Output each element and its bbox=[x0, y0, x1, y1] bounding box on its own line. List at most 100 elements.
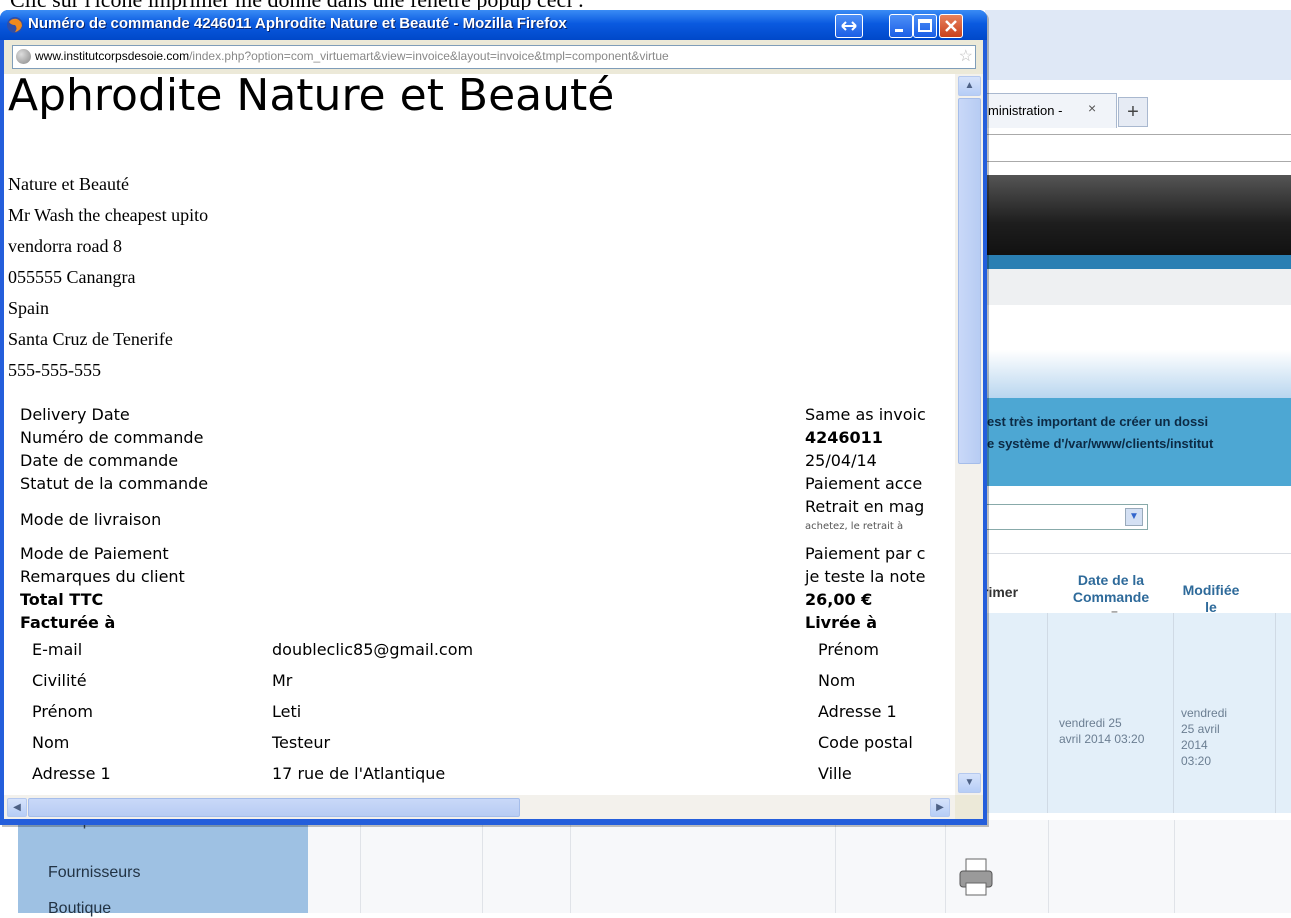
customer-remarks-label: Remarques du client bbox=[20, 567, 185, 586]
column-print[interactable]: rimer bbox=[983, 584, 1018, 601]
scroll-right-icon[interactable]: ▶ bbox=[930, 798, 950, 817]
bg-tab-label: ministration - bbox=[988, 103, 1063, 118]
chevron-down-icon[interactable]: ▼ bbox=[1125, 508, 1143, 526]
column-modified[interactable]: Modifiée le bbox=[1181, 582, 1241, 616]
column-divider bbox=[1275, 613, 1276, 813]
firefox-icon bbox=[7, 17, 23, 33]
billing-field-label: Adresse 1 bbox=[32, 764, 111, 783]
shipped-to-heading: Livrée à bbox=[805, 613, 878, 632]
address-bar[interactable]: www.institutcorpsdesoie.com/index.php?op… bbox=[12, 45, 976, 69]
order-status-label: Statut de la commande bbox=[20, 474, 209, 493]
row-order-date: vendredi 25 avril 2014 03:20 bbox=[1059, 716, 1145, 746]
billing-field-label: Civilité bbox=[32, 671, 87, 690]
billed-to-heading: Facturée à bbox=[20, 613, 116, 632]
window-titlebar[interactable]: Numéro de commande 4246011 Aphrodite Nat… bbox=[0, 10, 987, 40]
billing-field-label: E-mail bbox=[32, 640, 83, 659]
column-divider bbox=[360, 820, 361, 913]
bg-header-stripe bbox=[985, 255, 1291, 269]
column-divider bbox=[1174, 820, 1175, 913]
shipping-method-label: Mode de livraison bbox=[20, 510, 162, 529]
close-icon[interactable]: × bbox=[1088, 100, 1096, 116]
payment-method-value: Paiement par c bbox=[805, 544, 926, 563]
bg-sidebar: Chèques-beauté Fournisseurs Boutique bbox=[18, 812, 308, 917]
billing-field-value: Testeur bbox=[272, 733, 331, 752]
bg-browser-tab[interactable]: ministration - × bbox=[985, 93, 1117, 128]
address-line: vendorra road 8 bbox=[8, 236, 122, 256]
row-modified-date: vendredi 25 avril 2014 03:20 bbox=[1181, 706, 1228, 768]
order-number-value: 4246011 bbox=[805, 428, 883, 447]
bg-filter-select[interactable]: ▼ bbox=[986, 504, 1148, 530]
billing-field-value: Leti bbox=[272, 702, 302, 721]
vertical-scrollbar[interactable]: ▲ ▼ bbox=[955, 74, 983, 795]
store-name: Aphrodite Nature et Beauté bbox=[8, 74, 615, 121]
column-order-date[interactable]: Date de la Commande bbox=[1061, 572, 1161, 606]
url-path: /index.php?option=com_virtuemart&view=in… bbox=[189, 49, 669, 63]
order-number-label: Numéro de commande bbox=[20, 428, 204, 447]
order-date-value: 25/04/14 bbox=[805, 451, 877, 470]
total-label: Total TTC bbox=[20, 590, 104, 609]
printer-icon[interactable] bbox=[958, 857, 994, 897]
url-domain: www.institutcorpsdesoie.com bbox=[35, 49, 190, 63]
billing-field-value: doubleclic85@gmail.com bbox=[272, 640, 474, 659]
url-text[interactable]: www.institutcorpsdesoie.com/index.php?op… bbox=[35, 49, 945, 63]
sidebar-item-fournisseurs[interactable]: Fournisseurs bbox=[48, 864, 140, 882]
address-line: 055555 Canangra bbox=[8, 267, 136, 287]
address-line: Nature et Beauté bbox=[8, 174, 129, 194]
scroll-thumb[interactable] bbox=[958, 98, 981, 464]
address-line: 555-555-555 bbox=[8, 360, 101, 380]
bg-table-row[interactable]: vendredi 25 avril 2014 03:20 vendredi 25… bbox=[985, 613, 1291, 813]
billing-field-label: Nom bbox=[32, 733, 70, 752]
address-line: Santa Cruz de Tenerife bbox=[8, 329, 173, 349]
column-divider bbox=[1173, 613, 1174, 813]
scroll-up-icon[interactable]: ▲ bbox=[958, 76, 981, 96]
bg-browser-chrome bbox=[985, 10, 1291, 80]
maximize-button[interactable] bbox=[913, 14, 937, 38]
total-value: 26,00 € bbox=[805, 590, 873, 609]
column-divider bbox=[945, 820, 946, 913]
bg-toolbar bbox=[985, 269, 1291, 306]
bg-notice-banner: est très important de créer un dossi e s… bbox=[985, 398, 1291, 486]
column-divider bbox=[1047, 613, 1048, 813]
close-icon bbox=[945, 20, 957, 32]
column-divider bbox=[1048, 820, 1049, 913]
resize-button[interactable] bbox=[835, 14, 863, 38]
payment-method-label: Mode de Paiement bbox=[20, 544, 169, 563]
notice-line-2: e système d'/var/www/clients/institut bbox=[987, 436, 1214, 451]
shipping-field-label: Code postal bbox=[818, 733, 913, 752]
address-bar-row: www.institutcorpsdesoie.com/index.php?op… bbox=[4, 40, 983, 74]
address-line: Mr Wash the cheapest upito bbox=[8, 205, 209, 225]
shipping-field-label: Adresse 1 bbox=[818, 702, 897, 721]
shipping-field-label: Ville bbox=[818, 764, 852, 783]
horizontal-scrollbar[interactable]: ◀ ▶ bbox=[4, 795, 955, 819]
invoice-content: Aphrodite Nature et Beauté Nature et Bea… bbox=[4, 74, 955, 795]
customer-remarks-value: je teste la note bbox=[805, 567, 926, 586]
globe-icon bbox=[16, 49, 31, 64]
billing-field-label: Prénom bbox=[32, 702, 93, 721]
minimize-icon bbox=[895, 29, 903, 32]
bg-admin-header bbox=[985, 175, 1291, 255]
bg-gradient-band bbox=[985, 350, 1291, 398]
resize-icon bbox=[841, 21, 857, 31]
sidebar-item-boutique[interactable]: Boutique bbox=[48, 900, 111, 918]
close-button[interactable] bbox=[939, 14, 963, 38]
scroll-thumb[interactable] bbox=[28, 798, 520, 817]
shipping-field-label: Nom bbox=[818, 671, 856, 690]
delivery-date-label: Delivery Date bbox=[20, 405, 130, 424]
bg-table-header: rimer Date de la Commande ≡ Modifiée le bbox=[983, 553, 1291, 621]
scroll-down-icon[interactable]: ▼ bbox=[958, 773, 981, 793]
scroll-left-icon[interactable]: ◀ bbox=[7, 798, 27, 817]
window-title: Numéro de commande 4246011 Aphrodite Nat… bbox=[28, 15, 567, 32]
column-divider bbox=[482, 820, 483, 913]
order-date-label: Date de commande bbox=[20, 451, 179, 470]
bg-url-bar[interactable] bbox=[985, 134, 1291, 162]
bg-table-row[interactable] bbox=[308, 820, 1291, 913]
resize-grip-icon[interactable] bbox=[955, 795, 983, 819]
column-divider bbox=[835, 820, 836, 913]
billing-field-value: Mr bbox=[272, 671, 293, 690]
address-line: Spain bbox=[8, 298, 50, 318]
shipping-method-note: achetez, le retrait à bbox=[805, 521, 904, 532]
bookmark-star-icon[interactable]: ☆ bbox=[959, 46, 973, 66]
order-status-value: Paiement acce bbox=[805, 474, 923, 493]
minimize-button[interactable] bbox=[889, 14, 913, 38]
new-tab-button[interactable]: + bbox=[1118, 97, 1148, 127]
